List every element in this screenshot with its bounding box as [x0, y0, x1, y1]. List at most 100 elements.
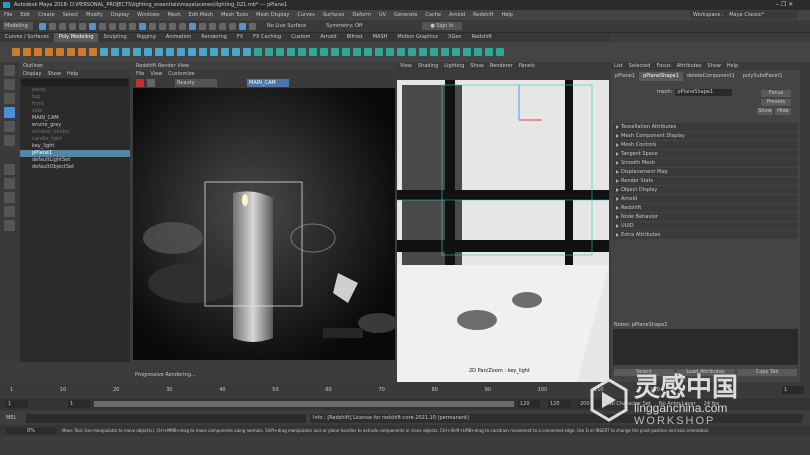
range-bar[interactable] — [94, 401, 514, 407]
start-frame-field[interactable]: 1 — [6, 400, 28, 408]
shelf-tool-icon[interactable] — [264, 48, 273, 56]
status-tool-icon[interactable] — [198, 22, 206, 30]
menu-generate[interactable]: Generate — [390, 10, 421, 20]
shelf-tab-curves-surfaces[interactable]: Curves / Surfaces — [0, 33, 54, 42]
menu-windows[interactable]: Windows — [133, 10, 163, 20]
menu-mesh-tools[interactable]: Mesh Tools — [217, 10, 252, 20]
ae-section[interactable]: Mesh Component Display — [613, 132, 798, 140]
outliner-menu-display[interactable]: Display — [20, 70, 44, 78]
shelf-tool-icon[interactable] — [88, 48, 97, 56]
menu-create[interactable]: Create — [34, 10, 59, 20]
status-tool-icon[interactable] — [188, 22, 196, 30]
ae-menu-list[interactable]: List — [611, 62, 626, 70]
stop-icon[interactable] — [147, 79, 155, 87]
status-tool-icon[interactable] — [178, 22, 186, 30]
status-tool-icon[interactable] — [88, 22, 96, 30]
shelf-tool-icon[interactable] — [495, 48, 504, 56]
shelf-tool-icon[interactable] — [231, 48, 240, 56]
menu-arnold[interactable]: Arnold — [445, 10, 469, 20]
shelf-tool-icon[interactable] — [55, 48, 64, 56]
shelf-tool-icon[interactable] — [11, 48, 20, 56]
outliner-menu-show[interactable]: Show — [44, 70, 64, 78]
shelf-tool-icon[interactable] — [165, 48, 174, 56]
ae-menu-attributes[interactable]: Attributes — [674, 62, 705, 70]
shelf-tab-rendering[interactable]: Rendering — [196, 33, 232, 42]
status-tool-icon[interactable] — [228, 22, 236, 30]
focus-button[interactable]: Focus — [761, 90, 791, 97]
status-tool-icon[interactable] — [48, 22, 56, 30]
shelf-tool-icon[interactable] — [242, 48, 251, 56]
shelf-tab-bifrost[interactable]: Bifrost — [342, 33, 368, 42]
end-field-a[interactable]: 120 — [548, 400, 570, 408]
shelf-tool-icon[interactable] — [99, 48, 108, 56]
select-tool-icon[interactable] — [4, 65, 15, 76]
render-image[interactable] — [133, 88, 395, 360]
shelf-tool-icon[interactable] — [363, 48, 372, 56]
workspace-selector[interactable]: Workspace : Maya Classic* — [690, 11, 798, 19]
shelf-tool-icon[interactable] — [297, 48, 306, 56]
ae-tab[interactable]: pPlane1 — [611, 72, 639, 81]
move-tool-icon[interactable] — [4, 107, 15, 118]
symmetry-dropdown[interactable]: Symmetry: Off — [326, 23, 362, 29]
ae-section[interactable]: Tangent Space — [613, 150, 798, 158]
status-tool-icon[interactable] — [58, 22, 66, 30]
hide-button[interactable]: Hide — [775, 108, 791, 115]
outliner-search[interactable] — [22, 79, 128, 86]
shelf-tool-icon[interactable] — [176, 48, 185, 56]
shelf-tab-redshift[interactable]: Redshift — [467, 33, 497, 42]
ae-section[interactable]: UUID — [613, 222, 798, 230]
shelf-tab-motion-graphics[interactable]: Motion Graphics — [392, 33, 443, 42]
shelf-tab-fx[interactable]: FX — [232, 33, 248, 42]
shelf-tool-icon[interactable] — [473, 48, 482, 56]
menu-cache[interactable]: Cache — [421, 10, 445, 20]
shelf-tool-icon[interactable] — [330, 48, 339, 56]
render-icon[interactable] — [136, 79, 144, 87]
shelf-tab-poly-modeling[interactable]: Poly Modeling — [53, 33, 99, 42]
status-tool-icon[interactable] — [128, 22, 136, 30]
outliner-item[interactable]: defaultObjectSet — [20, 164, 130, 171]
status-tool-icon[interactable] — [68, 22, 76, 30]
menu-mesh[interactable]: Mesh — [163, 10, 184, 20]
layout-four-icon[interactable] — [4, 178, 15, 189]
ae-menu-focus[interactable]: Focus — [653, 62, 673, 70]
ae-section[interactable]: Redshift — [613, 204, 798, 212]
shelf-tool-icon[interactable] — [132, 48, 141, 56]
menu-file[interactable]: File — [0, 10, 16, 20]
shelf-tool-icon[interactable] — [110, 48, 119, 56]
shelf-tool-icon[interactable] — [396, 48, 405, 56]
menu-redshift[interactable]: Redshift — [469, 10, 497, 20]
outliner-item[interactable]: side — [20, 108, 130, 115]
status-tool-icon[interactable] — [238, 22, 246, 30]
shelf-tool-icon[interactable] — [44, 48, 53, 56]
presets-button[interactable]: Presets — [761, 99, 791, 106]
shelf-tab-custom[interactable]: Custom — [286, 33, 315, 42]
shelf-tool-icon[interactable] — [220, 48, 229, 56]
shelf-tool-icon[interactable] — [451, 48, 460, 56]
shelf-tab-arnold[interactable]: Arnold — [315, 33, 341, 42]
ae-section[interactable]: Tessellation Attributes — [613, 123, 798, 131]
outliner-item[interactable]: enviro_grey — [20, 122, 130, 129]
viewport-menu-shading[interactable]: Shading — [415, 62, 441, 70]
inner-start-field[interactable]: 1 — [68, 400, 90, 408]
layout-single-icon[interactable] — [4, 164, 15, 175]
ae-menu-help[interactable]: Help — [724, 62, 741, 70]
outliner-item[interactable]: window_binder — [20, 129, 130, 136]
status-tool-icon[interactable] — [108, 22, 116, 30]
viewport-menu-view[interactable]: View — [397, 62, 415, 70]
menu-display[interactable]: Display — [107, 10, 133, 20]
window-controls[interactable]: – ❐ ✕ — [776, 2, 806, 8]
shelf-tool-icon[interactable] — [374, 48, 383, 56]
shelf-tool-icon[interactable] — [462, 48, 471, 56]
shelf-tab-rigging[interactable]: Rigging — [132, 33, 161, 42]
shelf-tool-icon[interactable] — [66, 48, 75, 56]
menu-surfaces[interactable]: Surfaces — [319, 10, 349, 20]
outliner-item[interactable]: defaultLightSet — [20, 157, 130, 164]
paint-select-icon[interactable] — [4, 93, 15, 104]
inner-end-field[interactable]: 120 — [518, 400, 540, 408]
mesh-name-field[interactable]: pPlaneShape1 — [675, 88, 733, 96]
live-surface[interactable]: No Live Surface — [267, 23, 306, 29]
shelf-tool-icon[interactable] — [418, 48, 427, 56]
mel-label[interactable]: MEL — [6, 415, 26, 421]
shelf-tab-sculpting[interactable]: Sculpting — [98, 33, 131, 42]
shelf-tool-icon[interactable] — [209, 48, 218, 56]
